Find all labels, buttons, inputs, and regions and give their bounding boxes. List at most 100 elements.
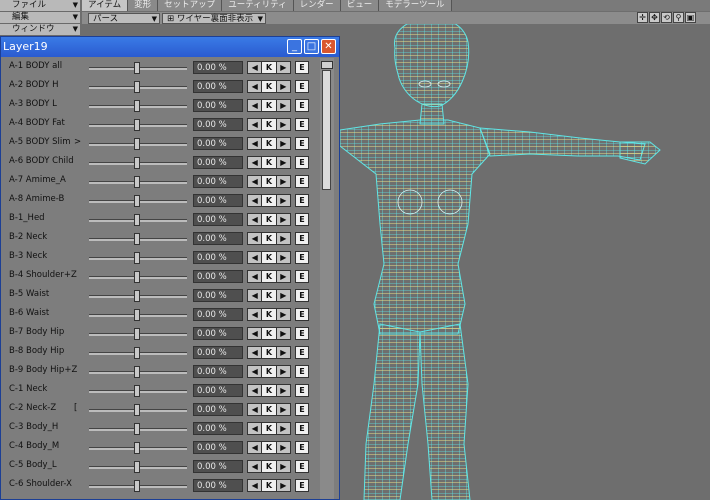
morph-value-field[interactable]: 0.00 % [193, 213, 243, 226]
next-key-icon[interactable]: ▶ [276, 290, 290, 301]
key-button[interactable]: K [262, 423, 277, 434]
slider-thumb[interactable] [134, 404, 140, 416]
slider-thumb[interactable] [134, 423, 140, 435]
display-mode-dropdown[interactable]: ⊞ ワイヤー裏面非表示 ▼ [162, 12, 266, 24]
scroll-thumb[interactable] [322, 70, 331, 190]
key-button[interactable]: K [262, 309, 277, 320]
prev-key-icon[interactable]: ◀ [248, 480, 263, 491]
tab-0[interactable]: アイテム [82, 0, 129, 11]
morph-value-field[interactable]: 0.00 % [193, 137, 243, 150]
morph-value-field[interactable]: 0.00 % [193, 251, 243, 264]
next-key-icon[interactable]: ▶ [276, 461, 290, 472]
envelope-button[interactable]: E [295, 422, 309, 435]
next-key-icon[interactable]: ▶ [276, 214, 290, 225]
key-button[interactable]: K [262, 366, 277, 377]
morph-value-field[interactable]: 0.00 % [193, 460, 243, 473]
prev-key-icon[interactable]: ◀ [248, 195, 263, 206]
maximize-icon[interactable]: ▣ [685, 12, 696, 23]
envelope-button[interactable]: E [295, 156, 309, 169]
envelope-button[interactable]: E [295, 99, 309, 112]
morph-value-field[interactable]: 0.00 % [193, 175, 243, 188]
slider-thumb[interactable] [134, 252, 140, 264]
key-button[interactable]: K [262, 442, 277, 453]
key-button[interactable]: K [262, 271, 277, 282]
next-key-icon[interactable]: ▶ [276, 423, 290, 434]
slider-thumb[interactable] [134, 119, 140, 131]
prev-key-icon[interactable]: ◀ [248, 176, 263, 187]
slider-thumb[interactable] [134, 157, 140, 169]
slider-thumb[interactable] [134, 195, 140, 207]
morph-value-field[interactable]: 0.00 % [193, 61, 243, 74]
envelope-button[interactable]: E [295, 327, 309, 340]
key-button[interactable]: K [262, 119, 277, 130]
prev-key-icon[interactable]: ◀ [248, 404, 263, 415]
envelope-button[interactable]: E [295, 365, 309, 378]
slider-thumb[interactable] [134, 309, 140, 321]
key-button[interactable]: K [262, 328, 277, 339]
envelope-button[interactable]: E [295, 194, 309, 207]
slider-thumb[interactable] [134, 233, 140, 245]
morph-value-field[interactable]: 0.00 % [193, 270, 243, 283]
key-button[interactable]: K [262, 62, 277, 73]
morph-value-field[interactable]: 0.00 % [193, 80, 243, 93]
key-button[interactable]: K [262, 290, 277, 301]
next-key-icon[interactable]: ▶ [276, 347, 290, 358]
tab-1[interactable]: 変形 [128, 0, 159, 11]
envelope-button[interactable]: E [295, 232, 309, 245]
close-button[interactable]: ✕ [321, 39, 336, 54]
prev-key-icon[interactable]: ◀ [248, 81, 263, 92]
morph-value-field[interactable]: 0.00 % [193, 99, 243, 112]
minimize-button[interactable]: _ [287, 39, 302, 54]
next-key-icon[interactable]: ▶ [276, 309, 290, 320]
envelope-button[interactable]: E [295, 175, 309, 188]
key-button[interactable]: K [262, 100, 277, 111]
view-mode-dropdown[interactable]: パース ▼ [88, 12, 160, 24]
prev-key-icon[interactable]: ◀ [248, 366, 263, 377]
tab-6[interactable]: モデラーツール [379, 0, 452, 11]
menu-edit[interactable]: 編集 ▼ [0, 12, 80, 24]
tab-2[interactable]: セットアップ [158, 0, 223, 11]
next-key-icon[interactable]: ▶ [276, 404, 290, 415]
morph-value-field[interactable]: 0.00 % [193, 441, 243, 454]
key-button[interactable]: K [262, 480, 277, 491]
pan-icon[interactable]: ✥ [649, 12, 660, 23]
next-key-icon[interactable]: ▶ [276, 328, 290, 339]
slider-thumb[interactable] [134, 81, 140, 93]
panel-scrollbar[interactable] [320, 58, 334, 499]
envelope-button[interactable]: E [295, 61, 309, 74]
morph-value-field[interactable]: 0.00 % [193, 384, 243, 397]
morph-value-field[interactable]: 0.00 % [193, 194, 243, 207]
envelope-button[interactable]: E [295, 308, 309, 321]
key-button[interactable]: K [262, 157, 277, 168]
rotate-icon[interactable]: ⟲ [661, 12, 672, 23]
slider-thumb[interactable] [134, 461, 140, 473]
prev-key-icon[interactable]: ◀ [248, 290, 263, 301]
next-key-icon[interactable]: ▶ [276, 157, 290, 168]
envelope-button[interactable]: E [295, 251, 309, 264]
envelope-button[interactable]: E [295, 137, 309, 150]
next-key-icon[interactable]: ▶ [276, 195, 290, 206]
tab-4[interactable]: レンダー [293, 0, 341, 11]
key-button[interactable]: K [262, 176, 277, 187]
key-button[interactable]: K [262, 233, 277, 244]
next-key-icon[interactable]: ▶ [276, 81, 290, 92]
scroll-up-button[interactable] [321, 61, 333, 69]
prev-key-icon[interactable]: ◀ [248, 100, 263, 111]
move-icon[interactable]: ✛ [637, 12, 648, 23]
morph-value-field[interactable]: 0.00 % [193, 403, 243, 416]
next-key-icon[interactable]: ▶ [276, 138, 290, 149]
prev-key-icon[interactable]: ◀ [248, 138, 263, 149]
prev-key-icon[interactable]: ◀ [248, 157, 263, 168]
next-key-icon[interactable]: ▶ [276, 252, 290, 263]
panel-titlebar[interactable]: Layer19 _ □ ✕ [1, 37, 339, 57]
envelope-button[interactable]: E [295, 403, 309, 416]
key-button[interactable]: K [262, 385, 277, 396]
envelope-button[interactable]: E [295, 460, 309, 473]
morph-value-field[interactable]: 0.00 % [193, 118, 243, 131]
prev-key-icon[interactable]: ◀ [248, 233, 263, 244]
key-button[interactable]: K [262, 81, 277, 92]
key-button[interactable]: K [262, 404, 277, 415]
key-button[interactable]: K [262, 252, 277, 263]
3d-viewport[interactable] [340, 24, 710, 500]
prev-key-icon[interactable]: ◀ [248, 347, 263, 358]
